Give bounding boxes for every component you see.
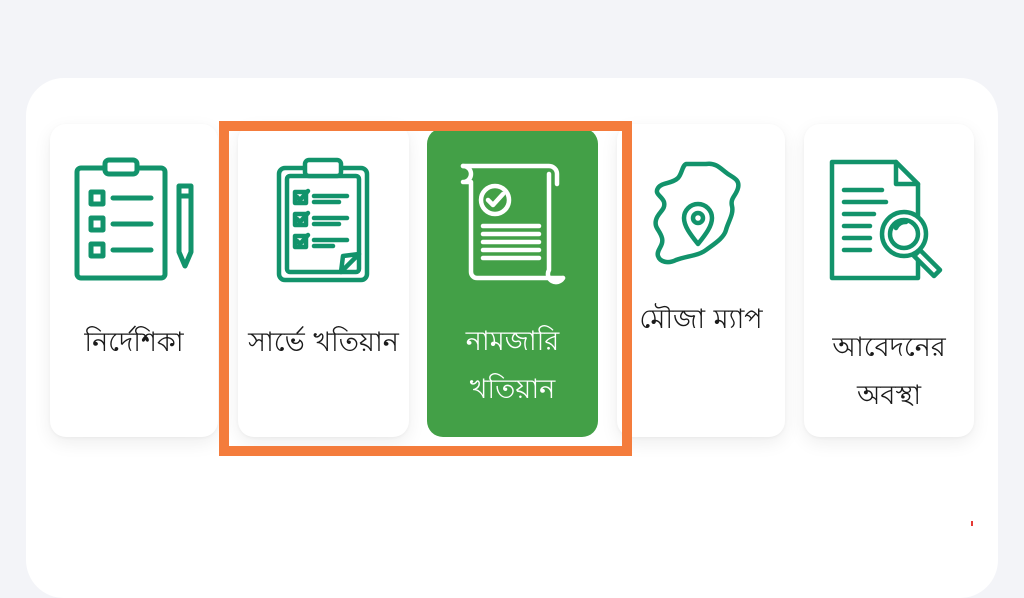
menu-item-label: আবেদনের অবস্থা: [832, 332, 946, 411]
menu-item-label: নির্দেশিকা: [84, 327, 184, 358]
document-search-icon: [804, 156, 974, 286]
clipboard-checklist-icon: [238, 156, 409, 286]
menu-item-survey-khatian[interactable]: সার্ভে খতিয়ান: [238, 124, 409, 437]
menu-item-guidelines[interactable]: নির্দেশিকা: [50, 124, 218, 437]
menu-item-mutation-khatian[interactable]: নামজারি খতিয়ান: [427, 128, 598, 437]
menu-item-label: নামজারি খতিয়ান: [465, 326, 560, 405]
menu-item-label: মৌজা ম্যাপ: [639, 304, 763, 335]
scroll-document-icon: [427, 156, 598, 286]
decorative-dot: [971, 521, 973, 526]
menu-item-mouza-map[interactable]: মৌজা ম্যাপ: [617, 124, 785, 437]
menu-item-label: সার্ভে খতিয়ান: [248, 327, 399, 358]
menu-item-application-status[interactable]: আবেদনের অবস্থা: [804, 124, 974, 437]
map-location-icon: [617, 156, 785, 286]
clipboard-pencil-icon: [50, 156, 218, 286]
